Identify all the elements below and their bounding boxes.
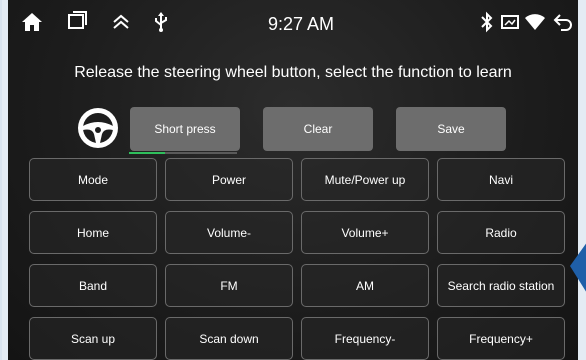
function-fm[interactable]: FM — [165, 264, 293, 307]
function-volume-down[interactable]: Volume- — [165, 211, 293, 254]
function-mute-power-up[interactable]: Mute/Power up — [301, 158, 429, 201]
bluetooth-icon — [480, 11, 494, 38]
function-scan-up[interactable]: Scan up — [29, 317, 157, 360]
recent-apps-icon[interactable] — [66, 11, 88, 38]
short-press-button[interactable]: Short press — [130, 107, 240, 151]
function-radio[interactable]: Radio — [437, 211, 565, 254]
head-unit-screen: 9:27 AM Release the steering wheel butto… — [8, 0, 578, 360]
save-button[interactable]: Save — [396, 107, 506, 151]
function-power[interactable]: Power — [165, 158, 293, 201]
annotation-arrow-icon — [570, 238, 586, 298]
back-icon[interactable] — [552, 11, 574, 38]
function-am[interactable]: AM — [301, 264, 429, 307]
page-frame: 9:27 AM Release the steering wheel butto… — [2, 0, 586, 360]
function-frequency-up[interactable]: Frequency+ — [437, 317, 565, 360]
wifi-icon — [524, 11, 546, 38]
function-volume-up[interactable]: Volume+ — [301, 211, 429, 254]
function-search-radio-station[interactable]: Search radio station — [437, 264, 565, 307]
steering-wheel-icon — [76, 106, 120, 150]
status-bar: 9:27 AM — [8, 6, 578, 40]
learn-instruction: Release the steering wheel button, selec… — [74, 64, 512, 81]
function-band[interactable]: Band — [29, 264, 157, 307]
collapse-up-icon[interactable] — [110, 11, 132, 38]
function-mode[interactable]: Mode — [29, 158, 157, 201]
clear-button[interactable]: Clear — [263, 107, 373, 151]
usb-icon — [152, 11, 170, 38]
function-home[interactable]: Home — [29, 211, 157, 254]
function-scan-down[interactable]: Scan down — [165, 317, 293, 360]
clock-time: 9:27 AM — [268, 14, 335, 34]
function-frequency-down[interactable]: Frequency- — [301, 317, 429, 360]
home-icon[interactable] — [20, 11, 44, 38]
short-press-indicator — [129, 152, 165, 154]
function-navi[interactable]: Navi — [437, 158, 565, 201]
cast-icon — [500, 11, 520, 38]
